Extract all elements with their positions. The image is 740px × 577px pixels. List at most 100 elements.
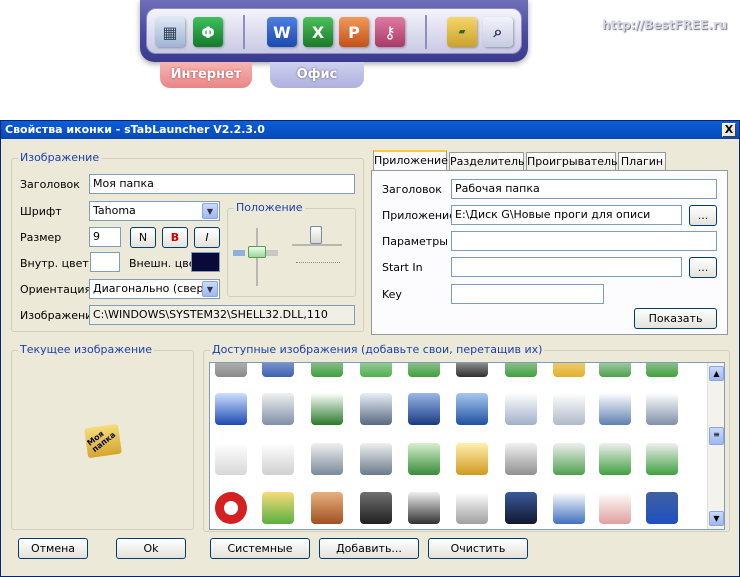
start-in-input[interactable] bbox=[451, 257, 682, 277]
horizontal-slider-thumb[interactable] bbox=[310, 226, 322, 244]
clear-images-button[interactable]: Очистить bbox=[428, 538, 528, 559]
normal-style-button[interactable]: N bbox=[130, 227, 156, 248]
inner-color-swatch[interactable] bbox=[90, 252, 120, 272]
add-images-button[interactable]: Добавить... bbox=[319, 538, 419, 559]
excel-icon[interactable]: X bbox=[303, 17, 333, 47]
available-images-grid[interactable]: ▲ ≡ ▼ bbox=[209, 362, 725, 530]
outer-color-swatch[interactable] bbox=[191, 252, 220, 272]
music-file-icon[interactable] bbox=[553, 492, 585, 524]
forbidden-icon[interactable] bbox=[215, 492, 247, 524]
chevron-up-icon[interactable]: ▲ bbox=[709, 366, 724, 381]
tab-application[interactable]: Приложение bbox=[373, 150, 448, 171]
recycle-bin-icon[interactable] bbox=[311, 443, 343, 475]
cable-icon[interactable] bbox=[646, 363, 678, 377]
display-icon[interactable] bbox=[456, 393, 488, 425]
printer-icon[interactable] bbox=[505, 443, 537, 475]
windows-stack-icon[interactable] bbox=[646, 393, 678, 425]
launcher-tab-office[interactable]: Офис bbox=[270, 62, 364, 88]
italic-style-button[interactable]: I bbox=[194, 227, 220, 248]
chevron-down-icon[interactable]: ▼ bbox=[202, 281, 218, 297]
key-icon[interactable] bbox=[456, 443, 488, 475]
laptop-icon[interactable] bbox=[360, 393, 392, 425]
powerpoint-icon[interactable]: P bbox=[339, 17, 369, 47]
current-folder-icon: Моя папка bbox=[84, 423, 122, 459]
application-path-input[interactable]: E:\Диск G\Новые проги для описи bbox=[451, 205, 682, 225]
network-folder-icon[interactable] bbox=[408, 443, 440, 475]
shared-printer-icon[interactable] bbox=[646, 443, 678, 475]
full-recycle-bin-icon[interactable] bbox=[360, 443, 392, 475]
parameters-input[interactable] bbox=[451, 231, 717, 251]
title-label: Заголовок bbox=[20, 178, 80, 191]
browse-start-in-button[interactable]: ... bbox=[689, 257, 717, 278]
scanner-icon[interactable] bbox=[456, 492, 488, 524]
font-select[interactable]: Tahoma ▼ bbox=[89, 201, 220, 221]
title-bar: Свойства иконки - sTabLauncher V2.2.3.0 … bbox=[1, 121, 739, 139]
start-in-label: Start In bbox=[382, 261, 423, 274]
cable-icon[interactable] bbox=[360, 363, 392, 377]
launcher-tab-internet[interactable]: Интернет bbox=[160, 62, 252, 88]
drive-icon[interactable] bbox=[215, 363, 247, 377]
monitor-icon[interactable] bbox=[408, 393, 440, 425]
dvd-icon[interactable] bbox=[408, 492, 440, 524]
launcher-bar: ▦ Φ W X P ⚷ ▰ ⌕ bbox=[140, 0, 528, 62]
bold-style-button[interactable]: B bbox=[162, 227, 188, 248]
printer-check-icon[interactable] bbox=[553, 443, 585, 475]
arrow-icon[interactable] bbox=[599, 363, 631, 377]
app-title-input[interactable]: Рабочая папка bbox=[451, 179, 717, 199]
horizontal-slider-track bbox=[292, 244, 342, 246]
show-button[interactable]: Показать bbox=[634, 308, 717, 329]
calculator-icon[interactable]: ▦ bbox=[155, 17, 185, 47]
window-icon[interactable] bbox=[456, 363, 488, 377]
title-input[interactable]: Моя папка bbox=[89, 174, 355, 194]
image-file-icon[interactable] bbox=[599, 492, 631, 524]
close-button[interactable]: X bbox=[722, 123, 736, 137]
folder-icon[interactable]: ▰ bbox=[447, 17, 477, 47]
film-icon[interactable] bbox=[505, 492, 537, 524]
network-icon[interactable] bbox=[262, 363, 294, 377]
word-icon[interactable]: W bbox=[267, 17, 297, 47]
font-select-value: Tahoma bbox=[93, 204, 136, 217]
launcher-separator bbox=[243, 15, 245, 49]
position-group-legend: Положение bbox=[234, 201, 305, 214]
star-icon[interactable] bbox=[553, 363, 585, 377]
user-denied-icon[interactable] bbox=[311, 492, 343, 524]
power-icon[interactable] bbox=[360, 492, 392, 524]
key-label: Key bbox=[382, 288, 402, 301]
orientation-select[interactable]: Диагонально (сверху ▼ bbox=[89, 279, 220, 299]
chevron-down-icon[interactable]: ▼ bbox=[202, 203, 218, 219]
media-file-icon[interactable] bbox=[646, 492, 678, 524]
size-input[interactable]: 9 bbox=[89, 227, 121, 247]
disk-check-icon[interactable] bbox=[408, 363, 440, 377]
details-window-icon[interactable] bbox=[553, 393, 585, 425]
launcher-dock: ▦ Φ W X P ⚷ ▰ ⌕ bbox=[146, 8, 522, 54]
document-window-icon[interactable] bbox=[599, 393, 631, 425]
images-scrollbar[interactable]: ▲ ≡ ▼ bbox=[707, 363, 724, 529]
vertical-slider-thumb[interactable] bbox=[248, 246, 266, 258]
chevron-down-icon[interactable]: ▼ bbox=[709, 511, 724, 526]
cancel-button[interactable]: Отмена bbox=[18, 538, 88, 559]
pointer-icon[interactable] bbox=[262, 443, 294, 475]
cable-icon[interactable] bbox=[505, 363, 537, 377]
key-input[interactable] bbox=[451, 284, 604, 304]
network-list-icon[interactable] bbox=[311, 393, 343, 425]
tab-plugin[interactable]: Плагин bbox=[618, 152, 666, 170]
ok-button[interactable]: Ok bbox=[116, 538, 186, 559]
access-icon[interactable]: ⚷ bbox=[375, 17, 405, 47]
document-search-icon[interactable]: ⌕ bbox=[483, 17, 513, 47]
network-printer-icon[interactable] bbox=[599, 443, 631, 475]
computers-icon[interactable] bbox=[215, 393, 247, 425]
drive-check-icon[interactable] bbox=[311, 363, 343, 377]
system-icons-button[interactable]: Системные bbox=[210, 538, 310, 559]
slider-ticks bbox=[296, 262, 340, 266]
hand-cursor-icon[interactable] bbox=[215, 443, 247, 475]
list-window-icon[interactable] bbox=[505, 393, 537, 425]
settings-icon[interactable] bbox=[262, 393, 294, 425]
spreadsheet-app-icon[interactable]: Φ bbox=[193, 17, 223, 47]
tab-separator[interactable]: Разделитель bbox=[449, 152, 524, 170]
size-label: Размер bbox=[20, 231, 62, 244]
folder-check-icon[interactable] bbox=[262, 492, 294, 524]
tab-player[interactable]: Проигрыватель bbox=[526, 152, 618, 170]
slider-tick-icon bbox=[266, 250, 278, 256]
browse-application-button[interactable]: ... bbox=[689, 205, 717, 226]
scrollbar-thumb[interactable]: ≡ bbox=[709, 427, 724, 445]
